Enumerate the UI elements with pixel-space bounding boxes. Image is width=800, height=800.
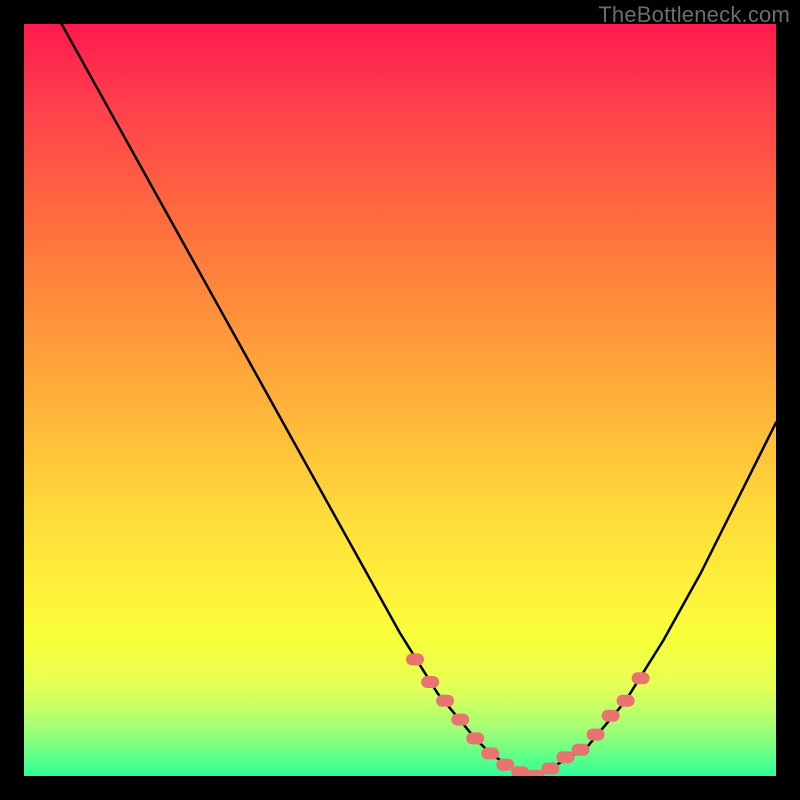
highlight-markers	[406, 653, 650, 776]
highlight-marker	[572, 744, 590, 756]
chart-plot-area	[24, 24, 776, 776]
highlight-marker	[617, 695, 635, 707]
bottleneck-curve-svg	[24, 24, 776, 776]
highlight-marker	[406, 653, 424, 665]
highlight-marker	[466, 732, 484, 744]
highlight-marker	[541, 763, 559, 775]
highlight-marker	[451, 714, 469, 726]
highlight-marker	[632, 672, 650, 684]
highlight-marker	[556, 751, 574, 763]
highlight-marker	[602, 710, 620, 722]
highlight-marker	[481, 747, 499, 759]
highlight-marker	[587, 729, 605, 741]
highlight-marker	[496, 759, 514, 771]
highlight-marker	[436, 695, 454, 707]
highlight-marker	[421, 676, 439, 688]
